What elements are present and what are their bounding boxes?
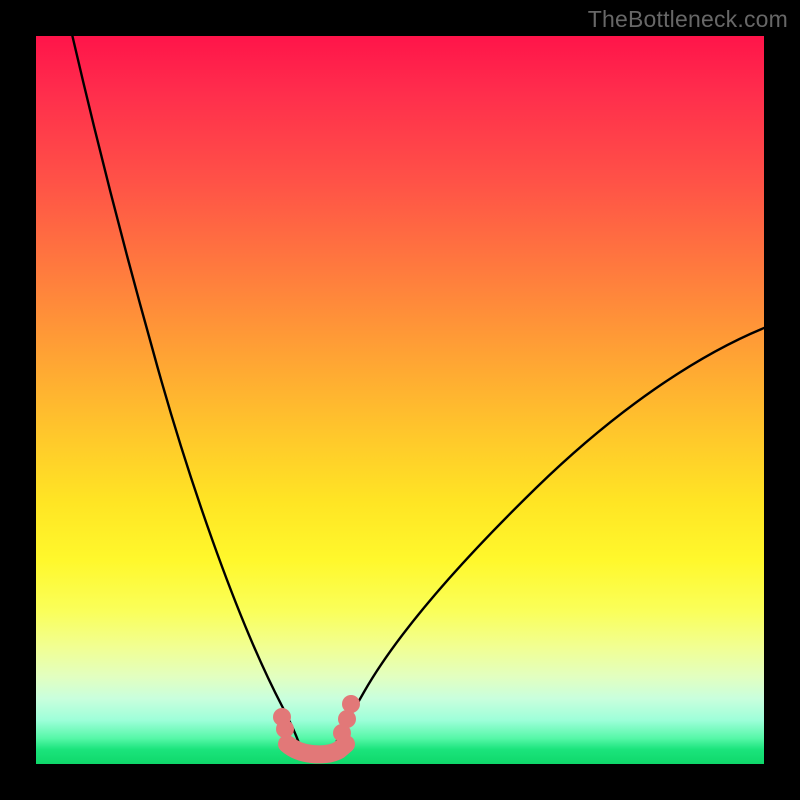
watermark-text: TheBottleneck.com bbox=[588, 6, 788, 33]
chart-frame: TheBottleneck.com bbox=[0, 0, 800, 800]
chart-plot-area bbox=[36, 36, 764, 764]
